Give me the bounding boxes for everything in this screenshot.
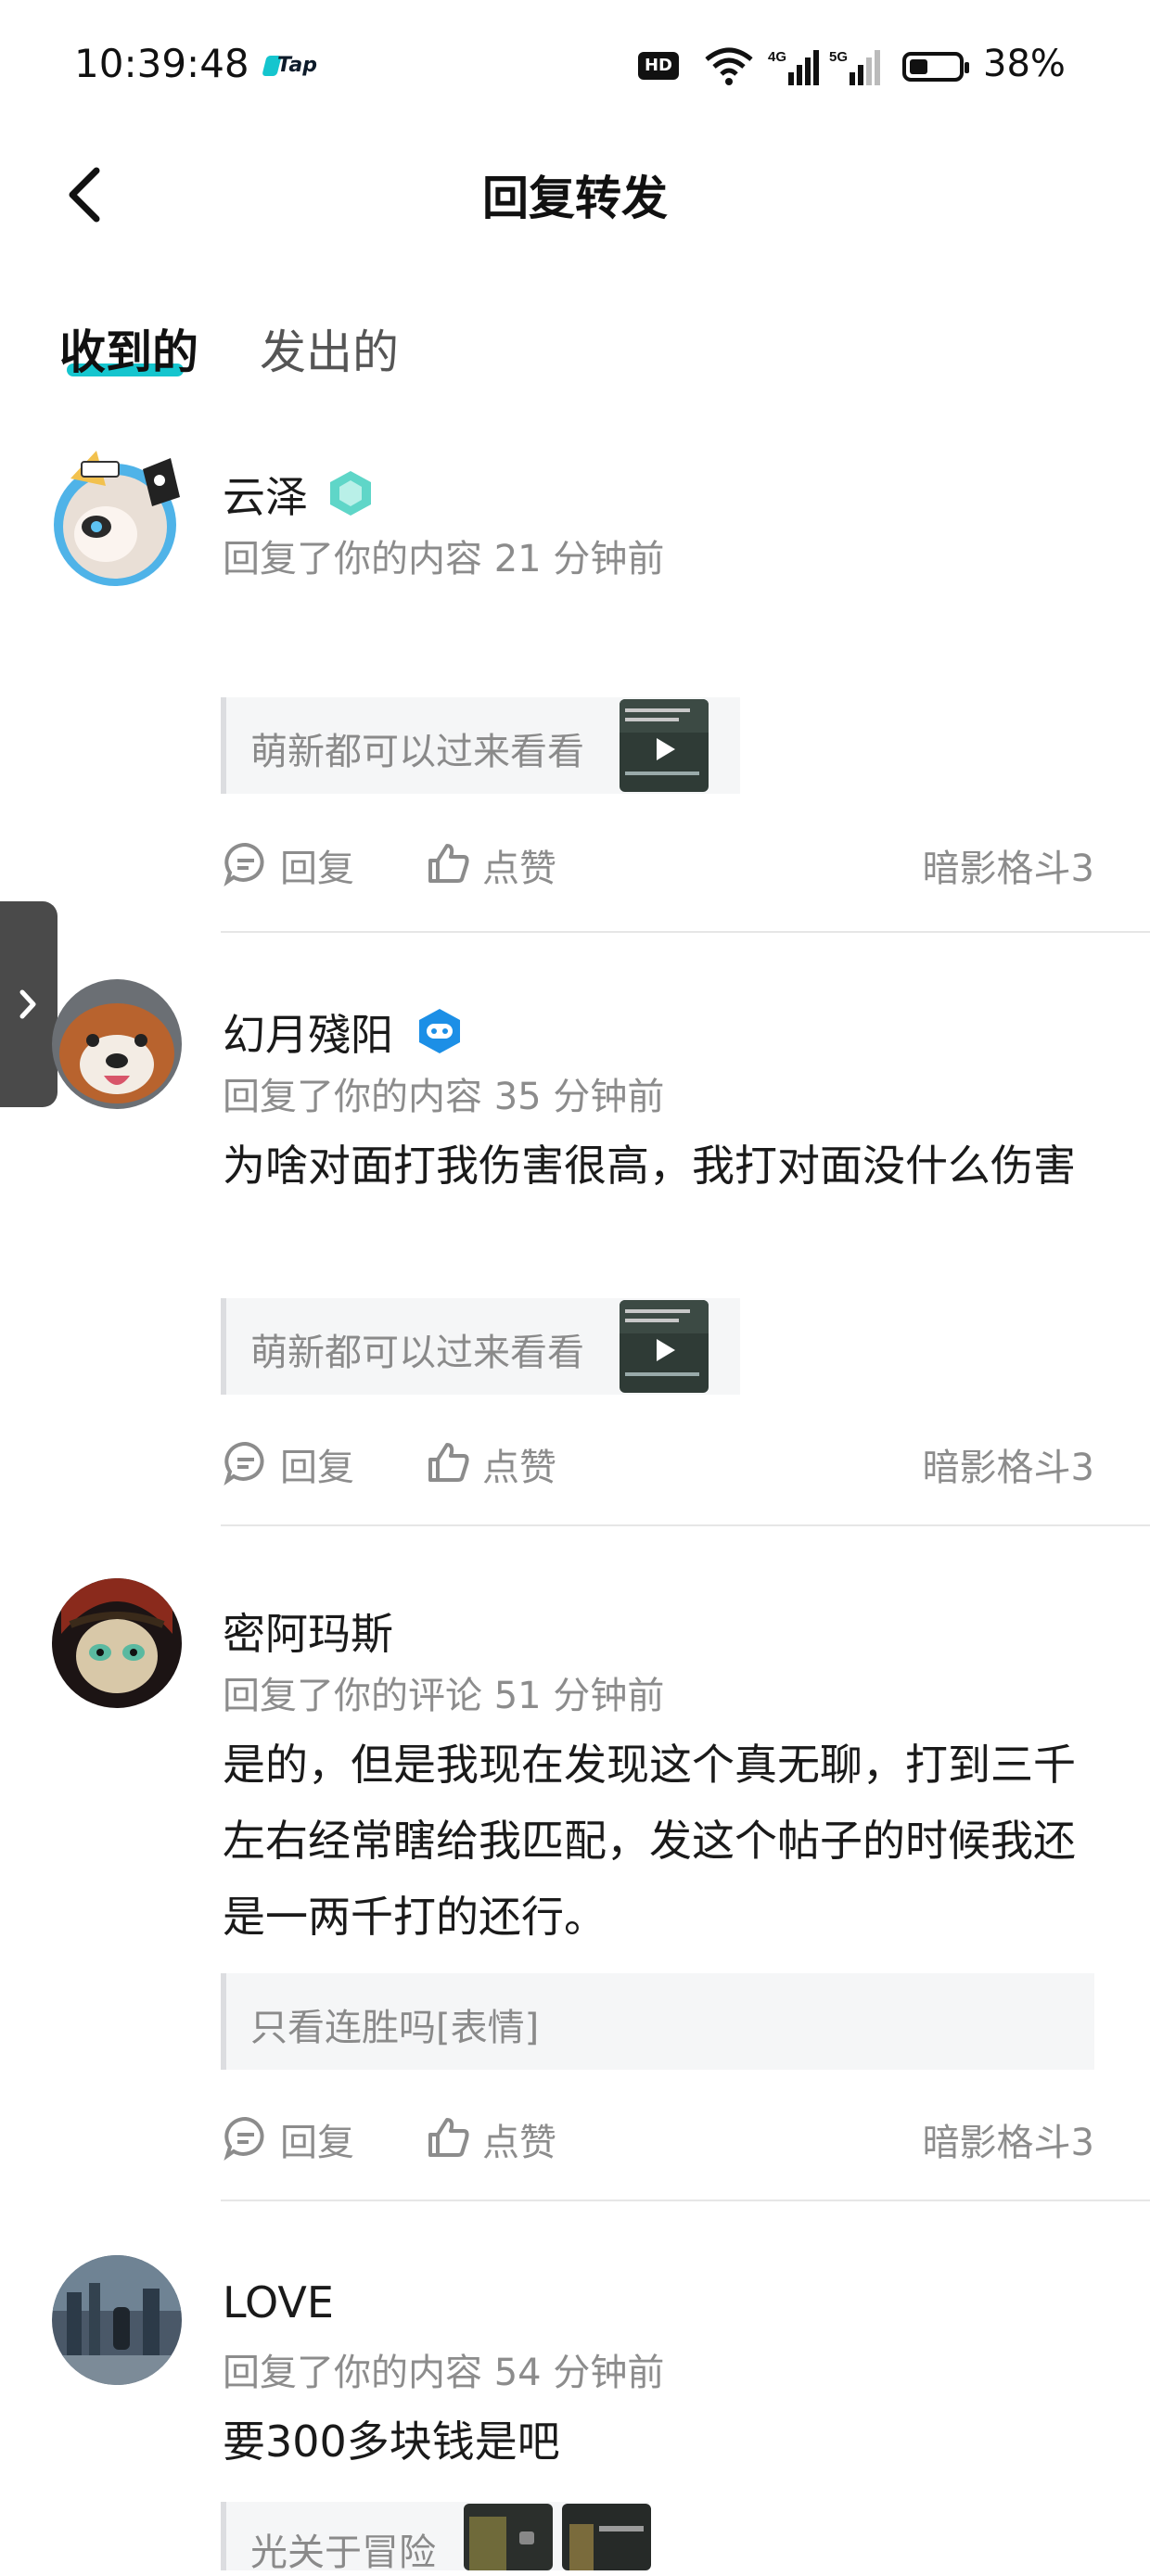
divider: [221, 931, 1150, 933]
svg-text:4G: 4G: [768, 49, 786, 65]
user-name[interactable]: LOVE: [223, 2277, 334, 2327]
image-thumbnail[interactable]: [562, 2504, 651, 2570]
thumbs-up-icon: [428, 2118, 469, 2157]
quoted-content[interactable]: 光关于冒险: [221, 2502, 651, 2574]
game-tag[interactable]: 暗影格斗3: [923, 1437, 1094, 1491]
page-title: 回复转发: [482, 172, 668, 225]
svg-text:5G: 5G: [829, 49, 848, 65]
reply-meta: 回复了你的内容 35 分钟前: [223, 1076, 665, 1118]
user-name[interactable]: 幻月殘阳: [223, 1001, 393, 1063]
reply-meta: 回复了你的内容 54 分钟前: [223, 2352, 665, 2394]
tab-received[interactable]: 收到的: [59, 315, 198, 382]
signal-4g-icon: 4G: [768, 49, 819, 85]
avatar[interactable]: [52, 1578, 182, 1708]
comment-icon: [224, 2116, 264, 2161]
wifi-icon: [705, 47, 753, 85]
quoted-content[interactable]: 萌新都可以过来看看: [221, 1298, 740, 1395]
hd-icon: HD: [638, 52, 679, 80]
avatar[interactable]: [41, 441, 189, 599]
tab-sent[interactable]: 发出的: [260, 315, 399, 382]
quote-text: 萌新都可以过来看看: [250, 1332, 584, 1374]
comment-icon: [224, 842, 264, 886]
video-thumbnail[interactable]: [620, 699, 709, 792]
reply-body: 为啥对面打我伤害很高，我打对面没什么伤害: [223, 1141, 1076, 1191]
tap-app-icon: Tap: [262, 52, 318, 83]
avatar[interactable]: [52, 2255, 182, 2385]
quote-text: 萌新都可以过来看看: [250, 731, 584, 773]
reply-meta: 回复了你的评论 51 分钟前: [223, 1675, 665, 1717]
reply-meta: 回复了你的内容 21 分钟前: [223, 538, 665, 580]
game-tag[interactable]: 暗影格斗3: [923, 838, 1094, 892]
reply-body: 是的，但是我现在发现这个真无聊，打到三千左右经常瞎给我匹配，发这个帖子的时候我还…: [223, 1740, 1076, 1942]
quote-text: 光关于冒险: [250, 2531, 436, 2574]
green-hexagon-badge-icon: [330, 471, 371, 516]
side-drawer-handle[interactable]: [0, 901, 58, 1107]
header: 回复转发: [0, 139, 1150, 250]
quoted-content[interactable]: 只看连胜吗[表情]: [221, 1973, 1094, 2070]
chevron-right-icon: [19, 989, 36, 1019]
thumbs-up-icon: [428, 844, 469, 883]
user-name[interactable]: 密阿玛斯: [223, 1600, 393, 1662]
thumbs-up-icon: [428, 1443, 469, 1482]
reply-body: 要300多块钱是吧: [223, 2417, 560, 2467]
user-name[interactable]: 云泽: [223, 464, 308, 525]
battery-icon: [902, 52, 969, 82]
battery-percent: 38%: [983, 43, 1066, 85]
item-actions: 回复 点赞 暗影格斗3: [223, 838, 1094, 894]
video-thumbnail[interactable]: [620, 1300, 709, 1393]
divider: [221, 2200, 1150, 2201]
blue-gamepad-badge-icon: [419, 1009, 460, 1053]
avatar[interactable]: [52, 979, 182, 1109]
tab-bar: 收到的 发出的: [0, 306, 1150, 399]
status-time: 10:39:48: [74, 41, 249, 86]
divider: [221, 1524, 1150, 1526]
game-tag[interactable]: 暗影格斗3: [923, 2112, 1094, 2166]
item-actions: 回复 点赞 暗影格斗3: [223, 2112, 1094, 2168]
quote-text: 只看连胜吗[表情]: [250, 2007, 540, 2049]
item-actions: 回复 点赞 暗影格斗3: [223, 1437, 1094, 1493]
status-bar: 10:39:48 Tap HD 4G 5G 38%: [0, 0, 1150, 139]
image-thumbnail[interactable]: [464, 2504, 553, 2570]
comment-icon: [224, 1441, 264, 1486]
signal-5g-icon: 5G: [829, 49, 880, 85]
quoted-content[interactable]: 萌新都可以过来看看: [221, 697, 740, 794]
